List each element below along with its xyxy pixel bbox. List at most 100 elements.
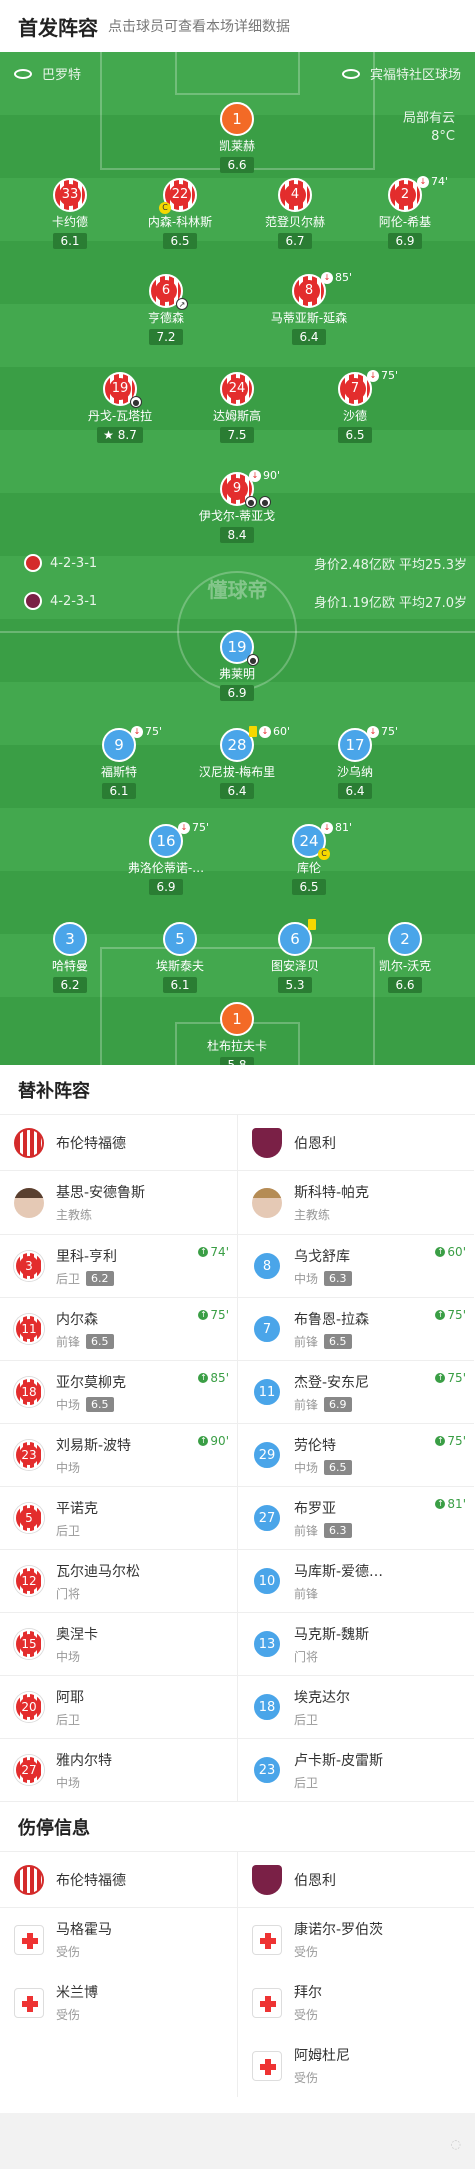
- home-team-header[interactable]: 布伦特福德: [0, 1115, 237, 1171]
- sub-player-row[interactable]: 5 平诺克 后卫: [0, 1487, 237, 1550]
- player-away[interactable]: 24 ↓ 81' C 库伦 6.5: [249, 821, 369, 895]
- player-away[interactable]: 9 ↓ 75' 福斯特 6.1: [59, 725, 179, 799]
- shirt-icon: 29: [252, 1440, 282, 1470]
- sub-player-name: 埃克达尔: [294, 1689, 350, 1706]
- player-home[interactable]: 9 ↓ 90' ● ● 伊戈尔-蒂亚戈 8.4: [177, 469, 297, 543]
- home-coach[interactable]: 基思-安德鲁斯 主教练: [0, 1171, 237, 1235]
- shirt-icon: 12: [14, 1566, 44, 1596]
- avatar: [252, 1187, 282, 1218]
- sub-in-icon: ↑: [198, 1373, 209, 1383]
- player-home-keeper[interactable]: 1 凯莱赫 6.6: [177, 102, 297, 173]
- shirt-icon: 1: [220, 102, 254, 136]
- injury-status: 受伤: [56, 1945, 81, 1959]
- away-injuries: 伯恩利 康诺尔-罗伯茨 受伤 拜尔 受伤 阿姆杜尼 受伤: [237, 1852, 474, 2097]
- player-home[interactable]: 8 ↓ 85' 马蒂亚斯-延森 6.4: [249, 271, 369, 345]
- sub-player-row[interactable]: 15 奥涅卡 中场: [0, 1613, 237, 1676]
- player-away[interactable]: 19 ● 弗莱明 6.9: [177, 630, 297, 701]
- player-away[interactable]: 5 埃斯泰夫 6.1: [120, 922, 240, 993]
- medical-cross-icon: [14, 1924, 44, 1955]
- player-home[interactable]: 33 卡约德 6.1: [10, 178, 130, 249]
- away-coach[interactable]: 斯科特-帕克 主教练: [238, 1171, 474, 1235]
- sub-player-row[interactable]: 29 劳伦特 中场 6.5 ↑ 75': [238, 1424, 474, 1487]
- sub-player-row[interactable]: 20 阿耶 后卫: [0, 1676, 237, 1739]
- player-home[interactable]: 4 范登贝尔赫 6.7: [235, 178, 355, 249]
- shirt-icon: 27: [252, 1503, 282, 1533]
- goal-icon: ●: [245, 496, 257, 508]
- sub-in-time: ↑ 75': [435, 1308, 466, 1322]
- shirt-icon: 2: [388, 922, 422, 956]
- player-away[interactable]: 2 凯尔-沃克 6.6: [345, 922, 465, 993]
- sub-player-row[interactable]: 11 内尔森 前锋 6.5 ↑ 75': [0, 1298, 237, 1361]
- player-away[interactable]: 3 哈特曼 6.2: [10, 922, 130, 993]
- sub-player-row[interactable]: 12 瓦尔迪马尔松 门将: [0, 1550, 237, 1613]
- sub-player-name: 刘易斯-波特: [56, 1437, 132, 1454]
- player-away[interactable]: 6 图安泽贝 5.3: [235, 919, 355, 993]
- sub-in-time: ↑ 75': [198, 1308, 229, 1322]
- sub-player-row[interactable]: 3 里科-亨利 后卫 6.2 ↑ 74': [0, 1235, 237, 1298]
- player-home[interactable]: 24 达姆斯高 7.5: [177, 372, 297, 443]
- sub-player-position: 前锋: [294, 1397, 319, 1412]
- away-team-header[interactable]: 伯恩利: [238, 1852, 474, 1908]
- player-away[interactable]: 16 ↓ 75' 弗洛伦蒂诺-… 6.9: [106, 821, 226, 895]
- player-home[interactable]: 19 ● 丹戈-瓦塔拉 ★ 8.7: [60, 372, 180, 443]
- injured-player-name: 米兰博: [56, 1985, 98, 2001]
- logo-watermark-icon: ◌: [450, 2137, 461, 2151]
- injury-row[interactable]: 米兰博 受伤: [0, 1971, 237, 2034]
- player-home[interactable]: 6 ↗ 亨德森 7.2: [106, 274, 226, 345]
- sub-out-icon: ↓ 74': [417, 175, 448, 188]
- sub-player-row[interactable]: 18 埃克达尔 后卫: [238, 1676, 474, 1739]
- sub-player-row[interactable]: 18 亚尔莫柳克 中场 6.5 ↑ 85': [0, 1361, 237, 1424]
- player-home[interactable]: 2 ↓ 74' 阿伦-希基 6.9: [345, 175, 465, 249]
- injuries-title: 伤停信息: [0, 1802, 475, 1852]
- sub-player-row[interactable]: 27 布罗亚 前锋 6.3 ↑ 81': [238, 1487, 474, 1550]
- sub-player-row[interactable]: 8 乌戈舒库 中场 6.3 ↑ 60': [238, 1235, 474, 1298]
- sub-player-position: 前锋: [56, 1334, 81, 1349]
- sub-player-position: 门将: [294, 1649, 319, 1664]
- burnley-crest-icon: [24, 592, 42, 610]
- sub-player-row[interactable]: 10 马库斯-爱德… 前锋: [238, 1550, 474, 1613]
- injury-row[interactable]: 马格霍马 受伤: [0, 1908, 237, 1971]
- sub-player-position: 中场: [56, 1775, 81, 1790]
- shirt-icon: 1: [220, 1002, 254, 1036]
- stadium-icon: [14, 68, 32, 79]
- sub-player-row[interactable]: 23 卢卡斯-皮雷斯 后卫: [238, 1739, 474, 1802]
- medical-cross-icon: [252, 2050, 282, 2081]
- player-away-keeper[interactable]: 1 杜布拉夫卡 5.8: [177, 1002, 297, 1065]
- sub-in-icon: ↑: [198, 1436, 209, 1446]
- sub-player-name: 内尔森: [56, 1311, 98, 1328]
- home-formation-row: 4-2-3-1 身价2.48亿欧 平均25.3岁: [24, 554, 467, 574]
- injury-row[interactable]: 阿姆杜尼 受伤: [238, 2034, 474, 2097]
- sub-player-row[interactable]: 7 布鲁恩-拉森 前锋 6.5 ↑ 75': [238, 1298, 474, 1361]
- away-team-header[interactable]: 伯恩利: [238, 1115, 474, 1171]
- sub-player-rating: 6.5: [86, 1333, 114, 1349]
- sub-player-row[interactable]: 11 杰登-安东尼 前锋 6.9 ↑ 75': [238, 1361, 474, 1424]
- sub-out-icon: ↓ 85': [321, 271, 352, 284]
- sub-player-name: 阿耶: [56, 1689, 84, 1706]
- yellow-card-icon: [249, 726, 257, 737]
- player-home[interactable]: 22 C 内森-科林斯 6.5: [120, 178, 240, 249]
- sub-player-position: 前锋: [294, 1334, 319, 1349]
- shirt-icon: 11: [252, 1377, 282, 1407]
- sub-player-row[interactable]: 27 雅内尔特 中场: [0, 1739, 237, 1802]
- sub-player-row[interactable]: 13 马克斯-魏斯 门将: [238, 1613, 474, 1676]
- player-home[interactable]: 7 ↓ 75' 沙德 6.5: [295, 369, 415, 443]
- stadium-icon: [341, 68, 360, 79]
- injury-row[interactable]: 拜尔 受伤: [238, 1971, 474, 2034]
- medical-cross-icon: [252, 1987, 282, 2018]
- burnley-crest-icon: [252, 1127, 282, 1158]
- injured-player-name: 拜尔: [294, 1985, 322, 2001]
- player-away[interactable]: 17 ↓ 75' 沙乌纳 6.4: [295, 725, 415, 799]
- sub-player-name: 卢卡斯-皮雷斯: [294, 1752, 384, 1769]
- subs-title: 替补阵容: [0, 1065, 475, 1115]
- sub-player-row[interactable]: 23 刘易斯-波特 中场 ↑ 90': [0, 1424, 237, 1487]
- sub-player-name: 平诺克: [56, 1500, 98, 1517]
- sub-player-name: 布罗亚: [294, 1500, 336, 1517]
- sub-out-icon: ↓ 75': [367, 725, 398, 738]
- away-formation-row: 4-2-3-1 身价1.19亿欧 平均27.0岁: [24, 592, 467, 612]
- sub-in-icon: ↑: [198, 1310, 209, 1320]
- player-away[interactable]: 28 ↓ 60' 汉尼拔-梅布里 6.4: [177, 725, 297, 799]
- injury-row[interactable]: 康诺尔-罗伯茨 受伤: [238, 1908, 474, 1971]
- shirt-icon: 27: [14, 1755, 44, 1785]
- home-team-header[interactable]: 布伦特福德: [0, 1852, 237, 1908]
- sub-player-rating: 6.5: [86, 1396, 114, 1412]
